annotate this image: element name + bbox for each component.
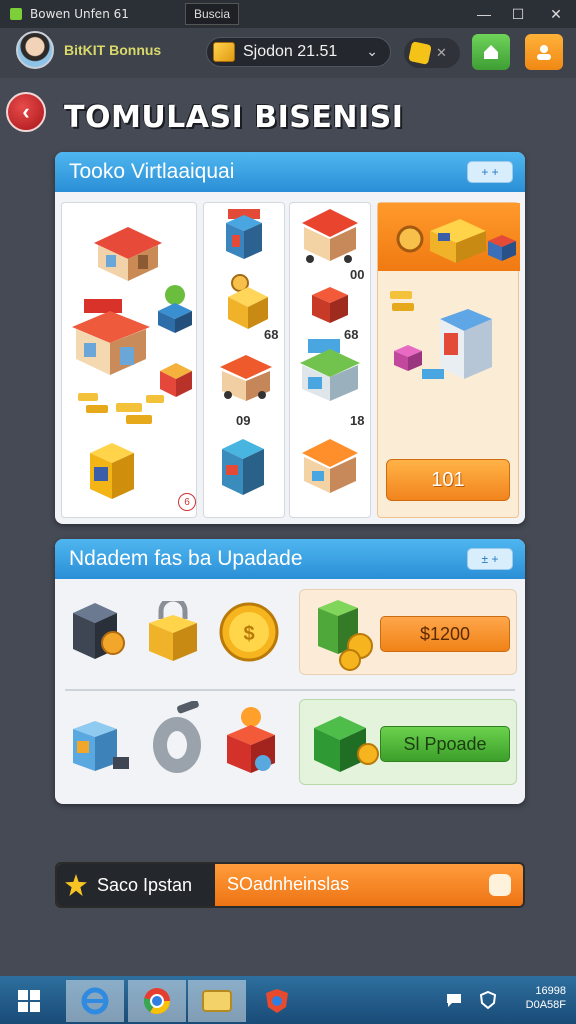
game-app-icon	[202, 990, 232, 1012]
price-label: 68	[264, 327, 279, 342]
window-title: Bowen Unfen 61	[30, 7, 129, 21]
bank-building-icon[interactable]	[392, 307, 506, 387]
red-box-orange-icon[interactable]	[223, 705, 279, 777]
chrome-icon	[143, 988, 171, 1015]
bottom-right-label: SOadnheinslas	[227, 874, 350, 894]
window-tab[interactable]: Buscia	[185, 3, 239, 25]
minimize-button[interactable]: —	[466, 0, 502, 28]
bottom-left-label: Saco Ipstan	[97, 874, 193, 895]
gold-lock-icon[interactable]	[145, 601, 201, 665]
profile-button[interactable]	[525, 34, 563, 70]
upgrades-panel-header: Ndadem fas ba Upadade ± +	[55, 539, 525, 579]
price-label: 18	[350, 413, 365, 428]
donut-shop-icon[interactable]	[224, 273, 272, 331]
ie-browser-icon	[81, 987, 109, 1015]
office-shop-icon[interactable]	[298, 337, 362, 403]
shop-panel-title: Tooko Virtlaaiquai	[69, 160, 235, 183]
upgrade-button[interactable]: Sl Ppoade	[380, 726, 510, 762]
close-button[interactable]: ✕	[538, 0, 574, 28]
tree-booth-icon[interactable]	[156, 283, 194, 335]
shop-column-1: 6	[61, 202, 197, 518]
chevron-down-icon: ⌄	[366, 43, 378, 59]
puzzle-icon	[408, 41, 432, 65]
shield-icon[interactable]	[478, 990, 498, 1010]
shop-panel-header: Tooko Virtlaaiquai + +	[55, 152, 525, 192]
offer-card-upgrade: Sl Ppoade	[299, 699, 517, 785]
shop-panel: Tooko Virtlaaiquai + + 6 68 09 00 68 18 …	[55, 152, 525, 524]
taskbar-game-app[interactable]	[188, 980, 246, 1022]
gold-bars-icon[interactable]	[76, 389, 166, 429]
blue-machine-icon[interactable]	[69, 719, 133, 775]
divider	[65, 689, 515, 691]
windows-logo-icon	[18, 990, 40, 1012]
food-stand-icon[interactable]	[218, 349, 274, 407]
taskbar-browser-ie[interactable]	[66, 980, 124, 1022]
shield-app-icon	[266, 989, 288, 1013]
item-badge: 6	[178, 493, 196, 511]
chat-icon[interactable]	[444, 990, 464, 1010]
house-icon	[484, 45, 498, 59]
clock-time: 16998	[535, 985, 566, 997]
user-icon	[537, 45, 551, 60]
offer-card-money: $1200	[299, 589, 517, 675]
svg-text:$: $	[243, 623, 254, 645]
close-small-icon: ✕	[436, 45, 447, 60]
avatar[interactable]	[16, 31, 54, 69]
tire-wrench-icon[interactable]	[147, 701, 207, 777]
back-button[interactable]: ‹	[6, 92, 46, 132]
maximize-button[interactable]: ☐	[500, 0, 536, 28]
clock-date: D0A58F	[525, 999, 566, 1011]
player-name: BitKIT Bonnus	[64, 42, 162, 58]
upgrades-panel-title: Ndadem fas ba Upadade	[69, 547, 303, 570]
price-label: 00	[350, 267, 365, 282]
market-stall-icon[interactable]	[300, 205, 362, 269]
buy-featured-button[interactable]: 101	[386, 459, 510, 501]
blue-booth-icon[interactable]	[218, 435, 268, 499]
bottom-left-section[interactable]: Saco Ipstan	[57, 864, 215, 906]
taskbar-chrome[interactable]	[128, 980, 186, 1022]
orange-stall-icon[interactable]	[300, 435, 362, 499]
shop-column-2: 68 09	[203, 202, 285, 518]
price-label: 09	[236, 413, 251, 428]
taskbar-shield-app[interactable]	[248, 980, 306, 1022]
window-title-bar: Bowen Unfen 61 Buscia — ☐ ✕	[0, 0, 576, 28]
money-upgrade-button[interactable]: $1200	[380, 616, 510, 652]
gold-coin-icon[interactable]: $	[219, 601, 279, 663]
start-button[interactable]	[0, 980, 58, 1022]
safe-coin-icon[interactable]	[69, 599, 127, 665]
shop-expand-button[interactable]: + +	[467, 161, 513, 183]
star-icon	[65, 874, 87, 896]
red-store-icon[interactable]	[90, 221, 166, 283]
page-title: TOMULASI BISENISI	[64, 100, 404, 135]
big-shop-icon[interactable]	[70, 297, 154, 377]
upgrades-panel: Ndadem fas ba Upadade ± + $ $1200 Sl Ppo…	[55, 539, 525, 804]
featured-offer-card: 101	[377, 202, 520, 518]
blue-kiosk-icon[interactable]	[222, 207, 266, 263]
cash-register-icon[interactable]	[310, 594, 382, 674]
bottom-action-bar[interactable]: Saco Ipstan SOadnheinslas	[55, 862, 525, 908]
station-label: Sjodon 21.51	[243, 43, 338, 60]
app-icon	[10, 8, 22, 20]
upgrades-expand-button[interactable]: ± +	[467, 548, 513, 570]
shop-column-3: 00 68 18	[289, 202, 371, 518]
featured-bundle-icon[interactable]	[390, 215, 518, 267]
green-safe-icon[interactable]	[310, 708, 382, 780]
red-crate-icon[interactable]	[308, 283, 352, 327]
store-button[interactable]	[472, 34, 510, 70]
gold-bar-icon	[213, 42, 235, 62]
system-clock[interactable]: 16998 D0A58F	[526, 984, 566, 1012]
hand-pointer-icon	[489, 874, 511, 896]
yellow-machine-icon[interactable]	[84, 439, 140, 501]
puzzle-button[interactable]: ✕	[404, 38, 460, 68]
taskbar: 16998 D0A58F	[0, 976, 576, 1024]
station-selector[interactable]: Sjodon 21.51 ⌄	[206, 37, 391, 67]
game-header: BitKIT Bonnus Sjodon 21.51 ⌄ ✕	[0, 28, 576, 78]
